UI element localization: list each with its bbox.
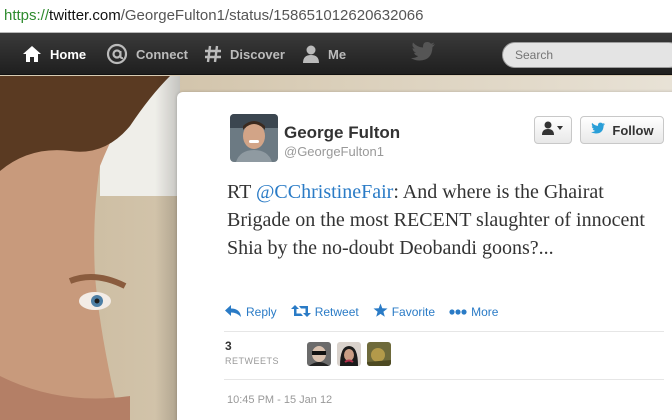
address-url[interactable]: https://twitter.com/GeorgeFulton1/status… bbox=[4, 7, 423, 24]
favorite-label: Favorite bbox=[391, 305, 436, 319]
nav-discover[interactable]: Discover bbox=[204, 33, 285, 75]
reply-button[interactable]: Reply bbox=[224, 304, 277, 321]
reply-label: Reply bbox=[246, 305, 277, 319]
follow-button[interactable]: Follow bbox=[580, 116, 664, 144]
nav-connect[interactable]: Connect bbox=[106, 33, 188, 75]
favorite-button[interactable]: Favorite bbox=[373, 303, 435, 321]
me-person-icon bbox=[302, 44, 320, 64]
retweet-button[interactable]: Retweet bbox=[290, 304, 359, 321]
connect-at-icon bbox=[106, 43, 128, 65]
author-screenname[interactable]: @GeorgeFulton1 bbox=[284, 144, 384, 159]
nav-home-label: Home bbox=[50, 46, 87, 62]
reply-icon bbox=[224, 304, 246, 321]
nav-me-label: Me bbox=[328, 46, 347, 62]
search-input[interactable] bbox=[515, 43, 665, 67]
tweet-timestamp[interactable]: 10:45 PM - 15 Jan 12 bbox=[227, 394, 332, 406]
retweet-count[interactable]: 3 bbox=[225, 339, 232, 353]
author-fullname[interactable]: George Fulton bbox=[284, 123, 400, 143]
user-actions-icon bbox=[541, 120, 565, 141]
browser-address-bar[interactable]: https://twitter.com/GeorgeFulton1/status… bbox=[0, 0, 672, 33]
nav-discover-label: Discover bbox=[230, 46, 285, 62]
twitter-bird-icon[interactable] bbox=[410, 41, 436, 68]
background-face-photo bbox=[0, 76, 170, 420]
discover-hash-icon bbox=[204, 44, 222, 64]
tweet-card: George Fulton @GeorgeFulton1 Follow RT @… bbox=[177, 92, 672, 420]
more-dots-icon bbox=[449, 305, 471, 319]
retweet-label: Retweet bbox=[314, 305, 359, 319]
retweet-icon bbox=[290, 304, 315, 321]
url-protocol: https:// bbox=[4, 7, 50, 24]
avatar[interactable] bbox=[230, 114, 278, 162]
follow-button-label: Follow bbox=[612, 122, 654, 138]
tweet-actions: Reply Retweet Favorite More bbox=[224, 302, 512, 322]
more-button[interactable]: More bbox=[449, 305, 498, 319]
home-icon bbox=[22, 45, 42, 63]
nav-home[interactable]: Home bbox=[22, 33, 86, 75]
tweet-text: RT @CChristineFair: And where is the Gha… bbox=[227, 178, 657, 262]
more-label: More bbox=[471, 305, 499, 319]
retweet-count-label: RETWEETS bbox=[225, 356, 280, 366]
retweeter-avatar[interactable] bbox=[367, 342, 391, 366]
retweeter-avatars bbox=[307, 342, 397, 366]
twitter-topbar: Home Connect Discover Me bbox=[0, 33, 672, 75]
search-box[interactable] bbox=[502, 42, 672, 68]
user-actions-dropdown[interactable] bbox=[534, 116, 572, 144]
divider bbox=[224, 331, 664, 332]
nav-connect-label: Connect bbox=[136, 46, 188, 62]
url-path: /GeorgeFulton1/status/158651012620632066 bbox=[120, 7, 424, 24]
favorite-star-icon bbox=[373, 303, 392, 321]
tweet-text-prefix: RT bbox=[227, 181, 256, 203]
nav-me[interactable]: Me bbox=[302, 33, 346, 75]
twitter-bird-icon bbox=[590, 122, 612, 138]
retweeter-avatar[interactable] bbox=[337, 342, 361, 366]
retweeter-avatar[interactable] bbox=[307, 342, 331, 366]
url-host: twitter.com bbox=[49, 7, 121, 24]
divider bbox=[224, 379, 664, 380]
tweet-mention-link[interactable]: @CChristineFair bbox=[256, 181, 393, 203]
